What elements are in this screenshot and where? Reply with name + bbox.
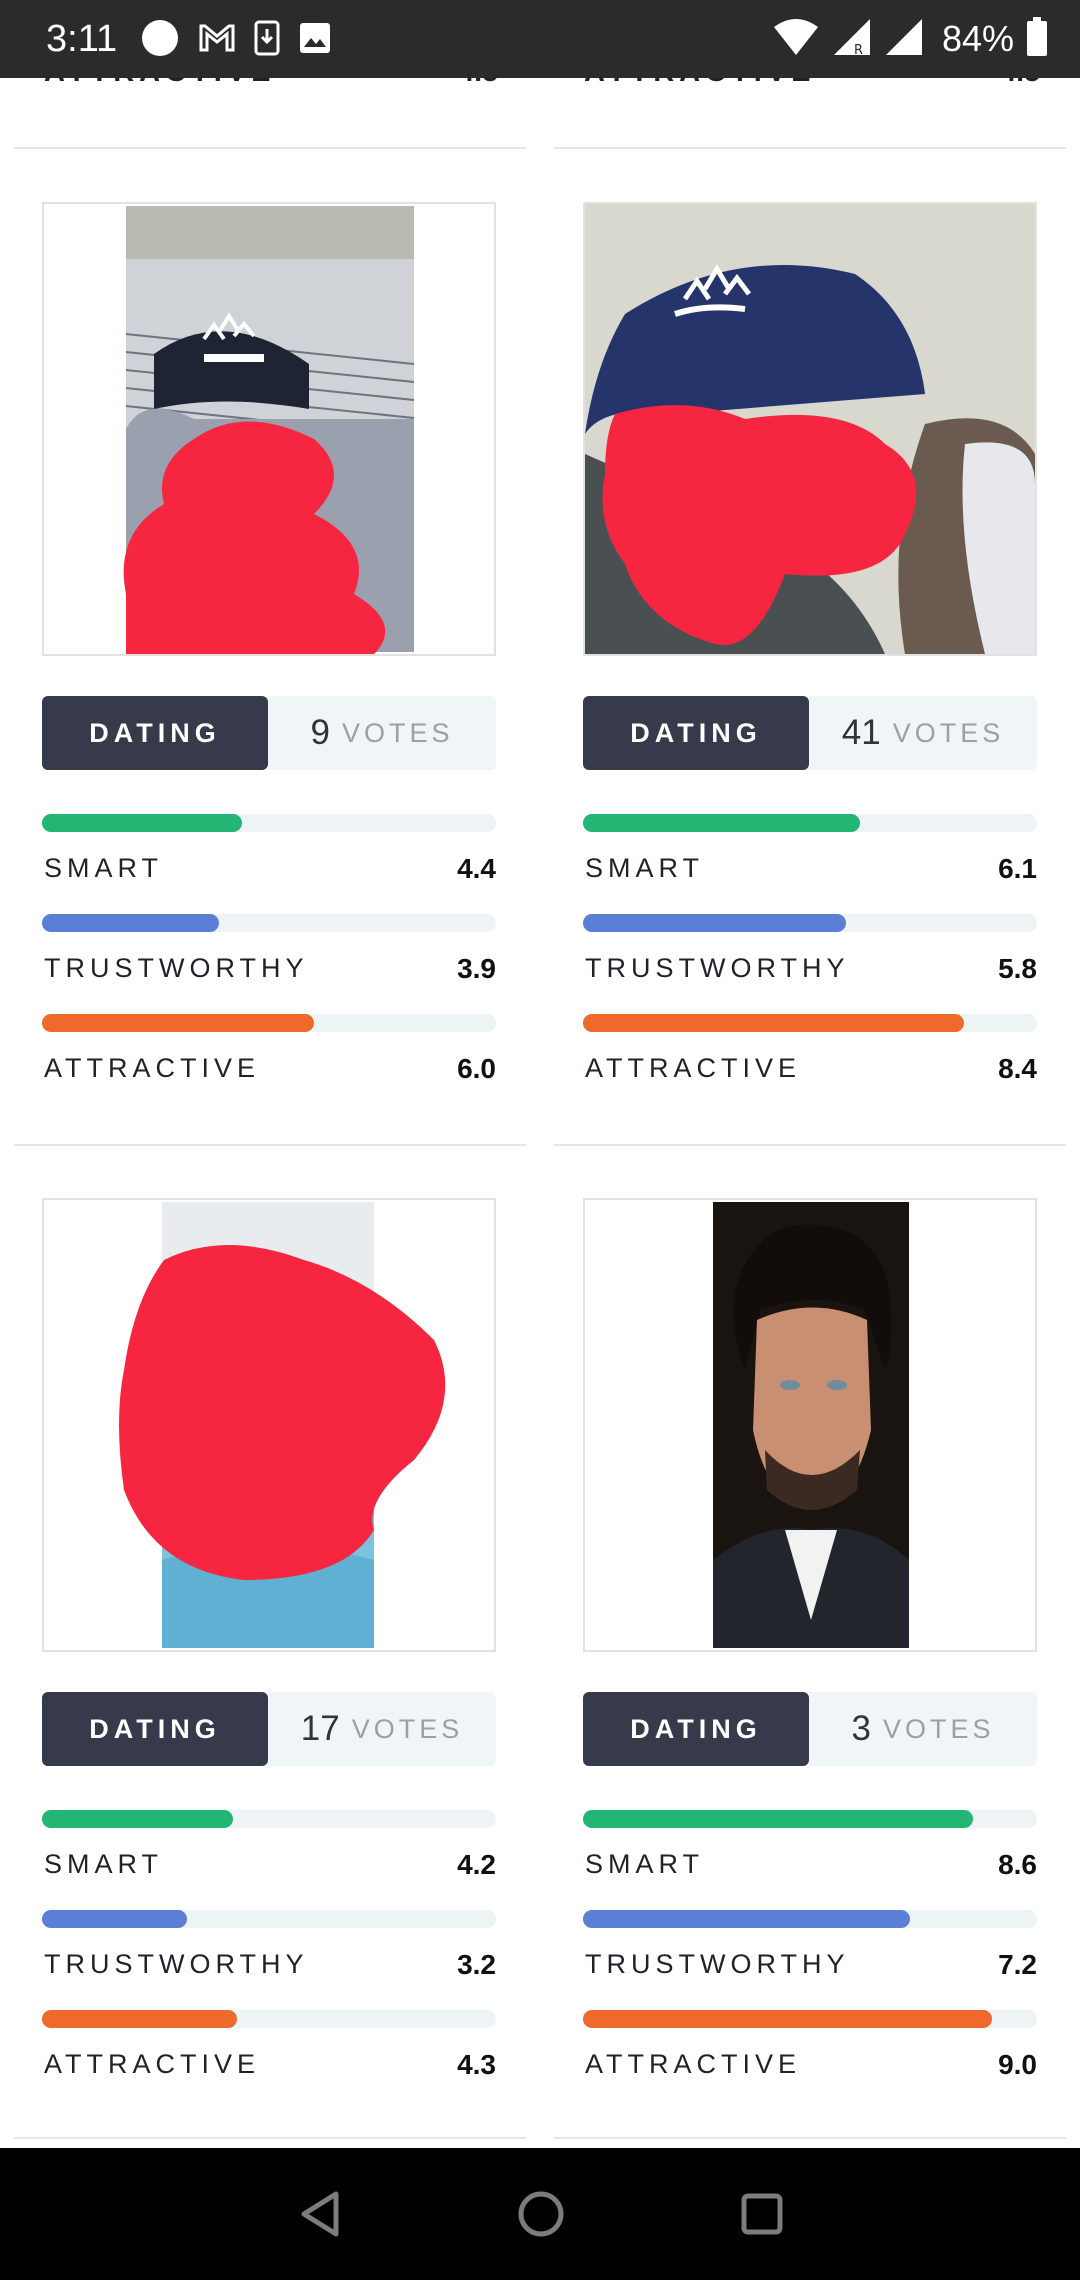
attractive-value: 8.4 [998, 1053, 1037, 1084]
divider [14, 1144, 526, 1146]
smart-value: 4.4 [457, 853, 496, 884]
smart-bar-fill [583, 1810, 974, 1828]
attractive-label: ATTRACTIVE [44, 2049, 261, 2079]
trustworthy-bar-fill [583, 914, 847, 932]
gmail-icon [198, 22, 236, 59]
smart-label: SMART [585, 1849, 705, 1879]
category-button[interactable]: DATING [583, 696, 809, 770]
profile-photo[interactable] [42, 1198, 496, 1652]
category-button[interactable]: DATING [583, 1692, 809, 1766]
smart-value: 8.6 [998, 1849, 1037, 1880]
attractive-bar-fill [42, 2010, 238, 2028]
votes-label: VOTES [892, 717, 1005, 748]
smart-value: 4.2 [457, 1849, 496, 1880]
status-time: 3:11 [46, 18, 118, 60]
smart-bar [583, 814, 1037, 832]
smart-value: 6.1 [998, 853, 1037, 884]
profile-photo[interactable] [583, 202, 1037, 656]
votes-label: VOTES [882, 1713, 995, 1744]
votes-badge: 41 VOTES [809, 696, 1037, 770]
trustworthy-bar-fill [583, 1910, 910, 1928]
attractive-value: 9.0 [998, 2049, 1037, 2080]
trustworthy-value: 3.9 [457, 953, 496, 984]
trustworthy-value: 3.2 [457, 1949, 496, 1980]
divider [554, 147, 1066, 149]
trustworthy-bar [583, 1910, 1037, 1928]
trustworthy-bar-fill [42, 1910, 188, 1928]
signal-icon: R [832, 17, 872, 62]
trustworthy-bar-fill [42, 914, 220, 932]
attractive-value: 4.3 [457, 2049, 496, 2080]
back-icon[interactable] [296, 2188, 344, 2245]
recents-icon[interactable] [738, 2188, 786, 2245]
trustworthy-label: TRUSTWORTHY [44, 1949, 309, 1979]
battery-percent: 84% [941, 18, 1014, 59]
votes-label: VOTES [341, 717, 454, 748]
attractive-label: ATTRACTIVE [585, 1053, 802, 1083]
wifi-icon [772, 17, 820, 62]
notification-icons [140, 18, 332, 62]
smart-bar-fill [42, 814, 242, 832]
download-icon [254, 20, 280, 61]
home-icon[interactable] [515, 2188, 567, 2245]
status-bar: 3:11 R 84% [0, 0, 1080, 78]
attractive-bar-fill [583, 1014, 965, 1032]
trustworthy-bar [583, 914, 1037, 932]
divider [554, 2137, 1066, 2139]
attractive-bar [42, 1014, 496, 1032]
attractive-value: 6.0 [457, 1053, 496, 1084]
attractive-bar-fill [42, 1014, 315, 1032]
category-button[interactable]: DATING [42, 1692, 268, 1766]
smart-bar [583, 1810, 1037, 1828]
trustworthy-label: TRUSTWORTHY [44, 953, 309, 983]
divider [14, 2137, 526, 2139]
attractive-label: ATTRACTIVE [585, 2049, 802, 2079]
votes-count: 9 [310, 713, 330, 752]
divider [554, 1144, 1066, 1146]
category-button[interactable]: DATING [42, 696, 268, 770]
trustworthy-bar [42, 914, 496, 932]
trustworthy-bar [42, 1910, 496, 1928]
divider [14, 147, 526, 149]
votes-count: 41 [841, 713, 881, 752]
profile-photo[interactable] [583, 1198, 1037, 1652]
navigation-bar [0, 2148, 1080, 2280]
votes-badge: 3 VOTES [809, 1692, 1037, 1766]
attractive-bar [583, 2010, 1037, 2028]
attractive-bar [42, 2010, 496, 2028]
attractive-label: ATTRACTIVE [44, 1053, 261, 1083]
smart-bar-fill [42, 1810, 233, 1828]
trustworthy-value: 7.2 [998, 1949, 1037, 1980]
attractive-bar [583, 1014, 1037, 1032]
trustworthy-value: 5.8 [998, 953, 1037, 984]
smart-bar-fill [583, 814, 860, 832]
system-icons: R 84% [772, 16, 1048, 62]
smart-bar [42, 1810, 496, 1828]
image-icon [298, 21, 332, 60]
svg-text:R: R [854, 43, 863, 57]
votes-badge: 17 VOTES [268, 1692, 496, 1766]
trustworthy-label: TRUSTWORTHY [585, 953, 850, 983]
votes-count: 3 [851, 1709, 871, 1748]
attractive-bar-fill [583, 2010, 992, 2028]
votes-badge: 9 VOTES [268, 696, 496, 770]
circle-notification-icon [140, 18, 180, 63]
smart-label: SMART [44, 1849, 164, 1879]
smart-label: SMART [44, 853, 164, 883]
smart-bar [42, 814, 496, 832]
votes-count: 17 [300, 1709, 340, 1748]
profile-photo[interactable] [42, 202, 496, 656]
smart-label: SMART [585, 853, 705, 883]
trustworthy-label: TRUSTWORTHY [585, 1949, 850, 1979]
votes-label: VOTES [351, 1713, 464, 1744]
battery-icon [1026, 16, 1048, 62]
signal-icon [884, 17, 924, 62]
